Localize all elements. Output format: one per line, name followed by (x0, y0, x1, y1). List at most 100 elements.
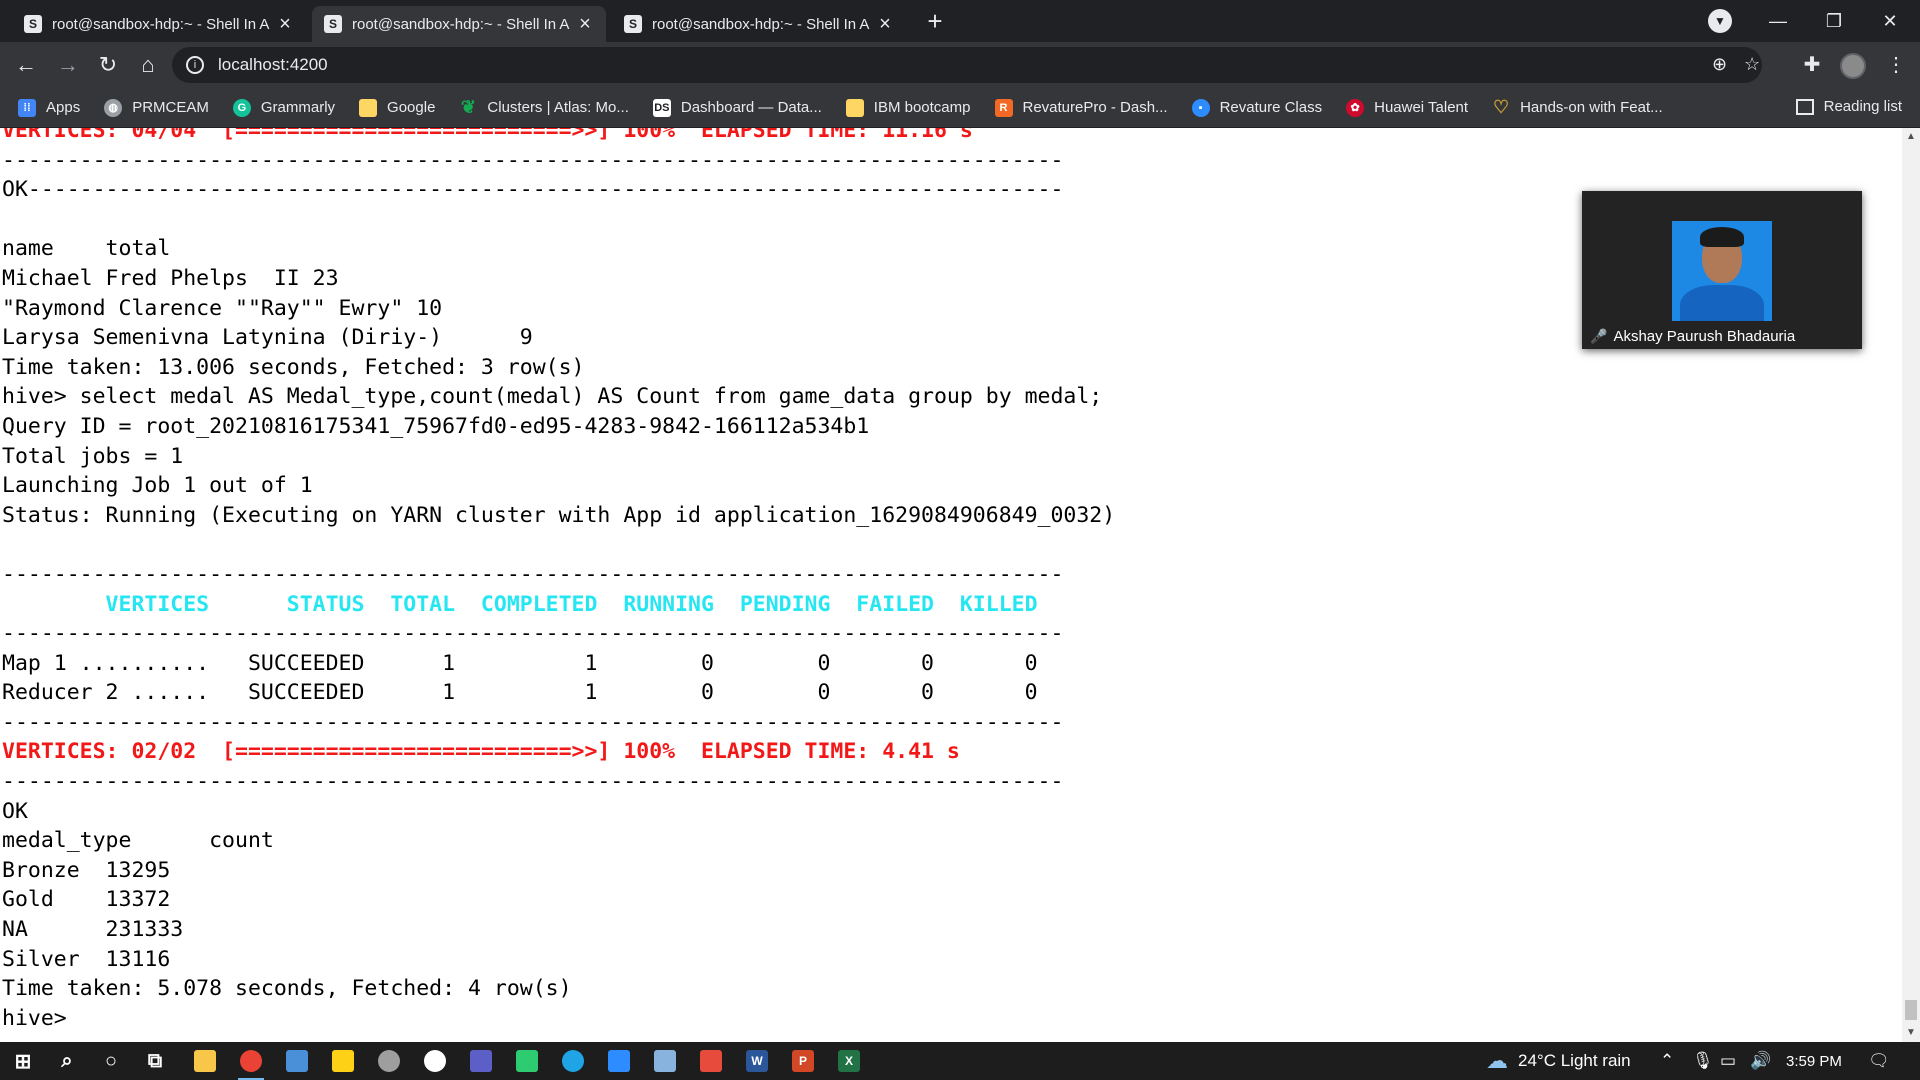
app-circle-icon[interactable] (420, 1046, 450, 1076)
terminal-line: Time taken: 13.006 seconds, Fetched: 3 r… (2, 354, 585, 380)
terminal-line: Time taken: 5.078 seconds, Fetched: 4 ro… (2, 976, 572, 1002)
bookmark-revature-class[interactable]: ▪ Revature Class (1191, 98, 1322, 117)
weather-widget[interactable]: ☁ 24°C Light rain (1486, 1042, 1631, 1080)
terminal-line: hive> (2, 1005, 67, 1031)
cloud-rain-icon: ☁ (1486, 1048, 1508, 1073)
bookmark-huawei-talent[interactable]: ✿ Huawei Talent (1346, 98, 1468, 117)
tab-title: root@sandbox-hdp:~ - Shell In A (652, 15, 870, 33)
terminal-line: OK--------------------------------------… (2, 177, 1064, 203)
forward-arrow-icon[interactable]: → (52, 49, 84, 81)
close-tab-icon[interactable]: × (276, 13, 294, 36)
new-tab-plus-icon[interactable]: + (920, 6, 950, 36)
terminal-line: Gold 13372 (2, 887, 171, 913)
scrollbar-thumb[interactable] (1905, 1000, 1917, 1020)
excel-icon[interactable]: X (834, 1046, 864, 1076)
shell-in-a-box-favicon-icon: S (624, 15, 642, 33)
bookmarks-bar: ⁞⁞ Apps ◍ PRMCEAM G Grammarly Google ❦ Clust… (0, 88, 1920, 128)
profile-avatar[interactable] (1840, 53, 1866, 79)
shell-in-a-box-favicon-icon: S (324, 15, 342, 33)
chrome-icon[interactable] (236, 1046, 266, 1080)
reload-icon[interactable]: ↻ (92, 49, 124, 81)
apps-grid-icon: ⁞⁞ (18, 98, 36, 117)
bookmark-hands-on[interactable]: ♡ Hands-on with Feat... (1492, 97, 1663, 117)
edge-icon[interactable] (558, 1046, 588, 1076)
browser-tab-1[interactable]: S root@sandbox-hdp:~ - Shell In A × (12, 6, 306, 42)
powerpoint-icon[interactable]: P (788, 1046, 818, 1076)
video-call-thumbnail[interactable]: 🎤 Akshay Paurush Bhadauria (1582, 191, 1862, 349)
terminal-line: ----------------------------------------… (2, 561, 1064, 587)
show-hidden-icons-chevron-icon[interactable]: ⌃ (1660, 1042, 1674, 1080)
scroll-down-arrow-icon[interactable]: ▼ (1902, 1024, 1920, 1042)
browser-tab-3[interactable]: S root@sandbox-hdp:~ - Shell In A × (612, 6, 906, 42)
close-tab-icon[interactable]: × (876, 13, 894, 36)
zoom-app-icon[interactable] (604, 1046, 634, 1076)
file-explorer-icon[interactable] (190, 1046, 220, 1076)
sqldeveloper-icon[interactable] (696, 1046, 726, 1076)
windows-start-icon[interactable]: ⊞ (8, 1046, 38, 1076)
taskbar-clock[interactable]: 3:59 PM (1786, 1042, 1842, 1080)
zoom-magnifier-icon[interactable]: ⊕ (1712, 54, 1727, 75)
paint-icon[interactable] (512, 1046, 542, 1076)
windows-taskbar: ⊞ ⌕ ○ ⧉ W P X ☁ 24°C Light rain ⌃ 🎙 ▭ 🔊 3:59 P… (0, 1042, 1920, 1080)
extensions-puzzle-icon[interactable]: ✚ (1796, 49, 1828, 81)
task-view-icon[interactable]: ⧉ (140, 1046, 170, 1076)
terminal-line: name total (2, 236, 171, 262)
reading-list-button[interactable]: Reading list (1795, 98, 1902, 115)
search-icon[interactable]: ⌕ (52, 1046, 82, 1076)
cortana-icon[interactable]: ○ (96, 1046, 126, 1076)
bookmark-prmceam[interactable]: ◍ PRMCEAM (104, 98, 209, 117)
participant-name-label: 🎤 Akshay Paurush Bhadauria (1590, 328, 1796, 345)
folder-icon (359, 98, 378, 117)
minimize-window-icon[interactable]: — (1750, 0, 1806, 42)
url-input[interactable] (218, 55, 818, 75)
back-arrow-icon[interactable]: ← (10, 49, 42, 81)
microphone-icon[interactable]: 🎙 (1692, 1042, 1714, 1080)
action-center-notification-icon[interactable]: 🗨 (1868, 1042, 1890, 1080)
close-window-icon[interactable]: ✕ (1862, 0, 1918, 42)
tab-title: root@sandbox-hdp:~ - Shell In A (52, 15, 270, 33)
bookmark-star-icon[interactable]: ☆ (1744, 54, 1760, 75)
ds-icon: DS (652, 98, 671, 117)
teams-icon[interactable] (466, 1046, 496, 1076)
sticky-notes-icon[interactable] (328, 1046, 358, 1076)
terminal-line: Total jobs = 1 (2, 443, 184, 469)
terminal-line: Status: Running (Executing on YARN clust… (2, 502, 1116, 528)
bookmark-dashboard-data[interactable]: DS Dashboard — Data... (652, 98, 822, 117)
bookmark-mongodb-atlas[interactable]: ❦ Clusters | Atlas: Mo... (459, 97, 629, 117)
zoom-icon: ▪ (1191, 98, 1210, 117)
chrome-menu-icon[interactable]: ⋮ (1880, 49, 1912, 81)
terminal-line: VERTICES: 02/02 [=======================… (2, 739, 960, 765)
volume-icon[interactable]: 🔊 (1750, 1042, 1771, 1080)
folder-icon (845, 98, 864, 117)
remote-desktop-icon[interactable] (282, 1046, 312, 1076)
bookmark-apps[interactable]: ⁞⁞ Apps (18, 98, 80, 117)
bookmark-ibm-bootcamp-folder[interactable]: IBM bootcamp (845, 98, 971, 117)
virtualbox-icon[interactable] (650, 1046, 680, 1076)
terminal-scrollbar[interactable]: ▲ ▼ (1902, 128, 1920, 1042)
terminal-line: Query ID = root_20210816175341_75967fd0-… (2, 413, 870, 439)
bookmark-grammarly[interactable]: G Grammarly (232, 98, 335, 117)
site-info-icon[interactable]: i (186, 56, 204, 74)
terminal-line: OK (2, 798, 28, 824)
browser-toolbar: ← → ↻ ⌂ i ⊕ ☆ ✚ ⋮ (0, 42, 1920, 88)
scroll-up-arrow-icon[interactable]: ▲ (1902, 128, 1920, 146)
tab-search-chevron-icon[interactable]: ▼ (1708, 9, 1732, 33)
terminal-line: Michael Fred Phelps II 23 (2, 265, 339, 291)
terminal-line: ----------------------------------------… (2, 709, 1064, 735)
browser-tab-2[interactable]: S root@sandbox-hdp:~ - Shell In A × (312, 6, 606, 42)
close-tab-icon[interactable]: × (576, 13, 594, 36)
bookmark-revaturepro[interactable]: R RevaturePro - Dash... (994, 98, 1168, 117)
huawei-icon: ✿ (1346, 98, 1365, 117)
terminal-line: Reducer 2 ...... SUCCEEDED 1 1 0 0 0 0 (2, 680, 1038, 706)
terminal-line: hive> select medal AS Medal_type,count(m… (2, 384, 1103, 410)
bookmark-google-folder[interactable]: Google (359, 98, 435, 117)
battery-icon[interactable]: ▭ (1720, 1042, 1736, 1080)
terminal-line: VERTICES STATUS TOTAL COMPLETED RUNNING … (2, 591, 1038, 617)
word-icon[interactable]: W (742, 1046, 772, 1076)
address-bar[interactable]: i ⊕ ☆ (172, 47, 1762, 83)
settings-app-icon[interactable] (374, 1046, 404, 1076)
terminal-line: Silver 13116 (2, 946, 171, 972)
home-icon[interactable]: ⌂ (132, 49, 164, 81)
restore-window-icon[interactable]: ❐ (1806, 0, 1862, 42)
